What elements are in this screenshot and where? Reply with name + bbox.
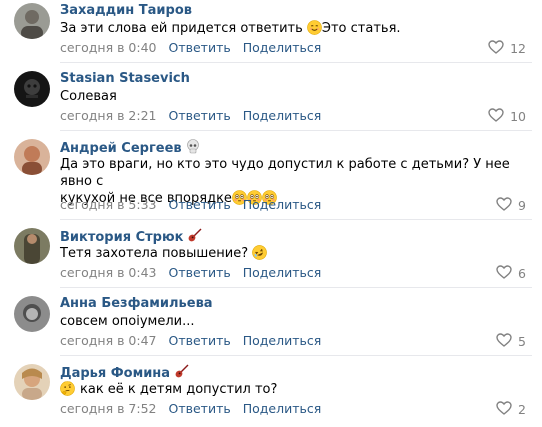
like-button[interactable]: 12: [488, 40, 526, 58]
comment-text-part: За эти слова ей придется ответить: [60, 21, 307, 36]
like-button[interactable]: 10: [488, 108, 526, 126]
comment: Захаддин Таиров За эти слова ей придется…: [0, 0, 542, 62]
rofl-emoji-icon: [252, 245, 268, 260]
heart-icon: [488, 40, 504, 58]
avatar[interactable]: [14, 71, 50, 107]
comment-meta: сегодня в 2:21 Ответить Поделиться: [60, 108, 321, 124]
comment-author-name: Андрей Сергеев: [60, 141, 182, 156]
comment-meta: сегодня в 7:52 Ответить Поделиться: [60, 401, 321, 417]
like-count: 2: [518, 402, 526, 417]
comment-text: Тетя захотела повышение?: [60, 245, 522, 262]
reply-button[interactable]: Ответить: [169, 265, 231, 280]
avatar[interactable]: [14, 364, 50, 400]
comment-text: как её к детям допустил то?: [60, 381, 522, 398]
heart-icon: [496, 401, 512, 419]
comment: Stasian Stasevich Солевая сегодня в 2:21…: [0, 62, 542, 130]
reply-button[interactable]: Ответить: [169, 40, 231, 55]
comment-author-name: Дарья Фомина: [60, 366, 171, 381]
smiling-face-emoji-icon: [307, 20, 322, 35]
heart-icon: [496, 197, 512, 215]
like-button[interactable]: 5: [496, 333, 526, 351]
comment-author[interactable]: Анна Безфамильева: [60, 296, 213, 312]
comment-time[interactable]: сегодня в 7:52: [60, 401, 157, 416]
comment-time[interactable]: сегодня в 2:21: [60, 108, 157, 123]
share-button[interactable]: Поделиться: [243, 108, 322, 123]
comment-text-part: Это статья.: [321, 21, 401, 36]
comment-meta: сегодня в 0:43 Ответить Поделиться: [60, 265, 321, 281]
like-button[interactable]: 2: [496, 401, 526, 419]
like-count: 12: [510, 41, 526, 56]
like-button[interactable]: 6: [496, 265, 526, 283]
comment-text: Солевая: [60, 89, 117, 104]
share-button[interactable]: Поделиться: [243, 265, 322, 280]
comment-meta: сегодня в 0:47 Ответить Поделиться: [60, 333, 321, 349]
reply-button[interactable]: Ответить: [169, 333, 231, 348]
like-count: 10: [510, 109, 526, 124]
comment-meta: сегодня в 0:40 Ответить Поделиться: [60, 40, 321, 56]
comment-text-part: Тетя захотела повышение?: [60, 246, 253, 261]
avatar[interactable]: [14, 296, 50, 332]
like-button[interactable]: 9: [496, 197, 526, 215]
comment-text-part: как её к детям допустил то?: [80, 382, 278, 397]
comment-text: совсем опоіумели...: [60, 314, 195, 329]
comment-time[interactable]: сегодня в 0:43: [60, 265, 157, 280]
comment-list: Захаддин Таиров За эти слова ей придется…: [0, 0, 542, 427]
avatar[interactable]: [14, 228, 50, 264]
comment: Андрей Сергеев Да это враги, но кто это …: [0, 130, 542, 219]
share-button[interactable]: Поделиться: [243, 333, 322, 348]
reply-button[interactable]: Ответить: [169, 401, 231, 416]
like-count: 6: [518, 266, 526, 281]
reply-button[interactable]: Ответить: [169, 108, 231, 123]
comment: Виктория Стрюк Тетя захотела повышение? …: [0, 219, 542, 287]
comment-author[interactable]: Захаддин Таиров: [60, 3, 192, 19]
comment-text-line: Да это враги, но кто это чудо допустил к…: [60, 157, 510, 189]
share-button[interactable]: Поделиться: [243, 197, 322, 212]
avatar[interactable]: [14, 139, 50, 175]
heart-icon: [496, 333, 512, 351]
like-count: 9: [518, 198, 526, 213]
comment-time[interactable]: сегодня в 5:33: [60, 197, 157, 212]
comment: Дарья Фомина как её к детям допустил то?…: [0, 355, 542, 427]
comment-time[interactable]: сегодня в 0:47: [60, 333, 157, 348]
reply-button[interactable]: Ответить: [169, 197, 231, 212]
comment-text: За эти слова ей придется ответить Это ст…: [60, 20, 522, 37]
comment-meta: сегодня в 5:33 Ответить Поделиться: [60, 197, 321, 213]
heart-icon: [496, 265, 512, 283]
thinking-face-emoji-icon: [60, 381, 75, 396]
share-button[interactable]: Поделиться: [243, 40, 322, 55]
comment-author[interactable]: Stasian Stasevich: [60, 71, 190, 87]
share-button[interactable]: Поделиться: [243, 401, 322, 416]
avatar[interactable]: [14, 3, 50, 39]
like-count: 5: [518, 334, 526, 349]
heart-icon: [488, 108, 504, 126]
comment: Анна Безфамильева совсем опоіумели... се…: [0, 287, 542, 355]
comment-author-name: Виктория Стрюк: [60, 230, 184, 245]
comment-time[interactable]: сегодня в 0:40: [60, 40, 157, 55]
